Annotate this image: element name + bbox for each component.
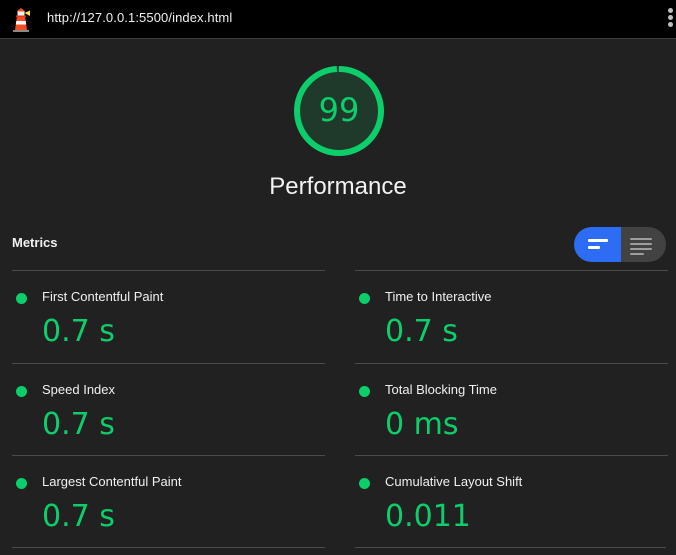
pass-indicator-icon: [359, 478, 370, 489]
metric-label: Time to Interactive: [385, 289, 492, 304]
metric-value: 0.011: [385, 499, 471, 534]
divider: [12, 547, 325, 548]
metrics-heading: Metrics: [12, 235, 58, 250]
metric-label: Total Blocking Time: [385, 382, 497, 397]
pass-indicator-icon: [16, 386, 27, 397]
metric-time-to-interactive: Time to Interactive 0.7 s: [355, 270, 668, 362]
category-title: Performance: [269, 173, 407, 200]
metric-label: Largest Contentful Paint: [42, 474, 182, 489]
metric-cumulative-layout-shift: Cumulative Layout Shift 0.011: [355, 455, 668, 547]
pass-indicator-icon: [359, 293, 370, 304]
pass-indicator-icon: [16, 293, 27, 304]
metric-total-blocking-time: Total Blocking Time 0 ms: [355, 363, 668, 455]
metric-value: 0 ms: [385, 407, 459, 442]
metric-value: 0.7 s: [42, 314, 115, 349]
metric-label: First Contentful Paint: [42, 289, 164, 304]
metric-value: 0.7 s: [42, 499, 115, 534]
lighthouse-icon: [13, 8, 30, 32]
more-options-icon[interactable]: [665, 8, 675, 30]
pass-indicator-icon: [16, 478, 27, 489]
metrics-view-toggle[interactable]: [574, 227, 666, 262]
metric-value: 0.7 s: [42, 407, 115, 442]
performance-score: 99: [318, 91, 360, 129]
metric-value: 0.7 s: [385, 314, 458, 349]
url-bar: http://127.0.0.1:5500/index.html: [0, 0, 676, 39]
metric-label: Speed Index: [42, 382, 116, 397]
compact-view-button[interactable]: [574, 227, 621, 262]
pass-indicator-icon: [359, 386, 370, 397]
metric-first-contentful-paint: First Contentful Paint 0.7 s: [12, 270, 325, 362]
divider: [355, 547, 666, 548]
metric-label: Cumulative Layout Shift: [385, 474, 523, 489]
metric-largest-contentful-paint: Largest Contentful Paint 0.7 s: [12, 455, 325, 547]
page-url: http://127.0.0.1:5500/index.html: [47, 10, 233, 25]
metric-speed-index: Speed Index 0.7 s: [12, 363, 325, 455]
